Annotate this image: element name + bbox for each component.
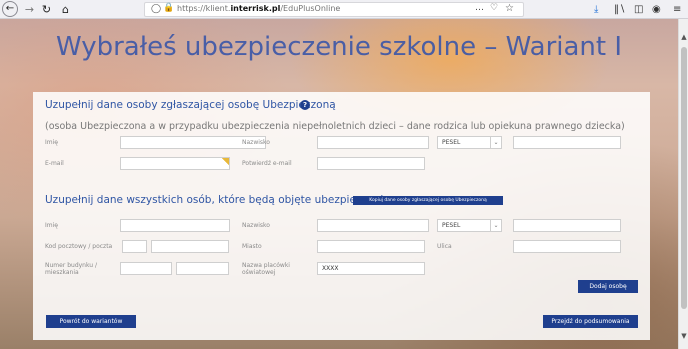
scrollbar-thumb[interactable] (681, 47, 687, 309)
street-input[interactable] (513, 240, 621, 253)
page-actions-more-icon[interactable]: … (475, 3, 485, 13)
building-number-label-line2: mieszkania (45, 269, 79, 276)
copy-reporter-data-button[interactable]: Kopiuj dane osoby zgłaszającej osobę Ube… (353, 196, 503, 205)
reporter-email-confirm-label: Potwierdź e-mail (242, 160, 292, 167)
url-bar[interactable]: ◯ 🔒 https://klient.interrisk.pl/EduPlusO… (144, 2, 524, 17)
reporter-email-confirm-input[interactable] (317, 157, 425, 170)
bookmark-star-icon[interactable]: ☆ (505, 3, 514, 14)
reporter-last-name-input[interactable] (317, 136, 429, 149)
insured-first-name-label: Imię (45, 222, 58, 229)
page-title: Wybrałeś ubezpieczenie szkolne – Wariant… (55, 32, 623, 62)
home-icon[interactable]: ⌂ (58, 2, 73, 17)
back-arrow-icon[interactable]: ← (2, 1, 18, 17)
insured-last-name-label: Nazwisko (242, 222, 270, 229)
pocket-icon[interactable]: ♡ (490, 3, 498, 13)
page-scrollbar[interactable]: ▲ ▼ (678, 19, 688, 349)
reporter-email-label: E-mail (45, 160, 64, 167)
reload-icon[interactable]: ↻ (39, 2, 54, 17)
school-name-input[interactable] (317, 262, 425, 275)
library-icon[interactable]: ‖∖ (614, 2, 625, 17)
school-name-label-line2: oświatowej (242, 269, 276, 276)
download-icon[interactable]: ⤓ (594, 2, 598, 17)
insured-id-number-input[interactable] (513, 219, 621, 232)
reporter-note: (osoba Ubezpieczona a w przypadku ubezpi… (45, 121, 625, 132)
city-label: Miasto (242, 243, 262, 250)
school-name-label-line1: Nazwa placówki (242, 262, 290, 269)
reporter-id-type-value: PESEL (442, 139, 461, 146)
reporter-first-name-label: Imię (45, 139, 58, 146)
lock-icon[interactable]: 🔒 (163, 3, 174, 13)
postal-code-label: Kod pocztowy / poczta (45, 243, 113, 250)
url-prefix: https://klient. (177, 4, 231, 13)
apartment-number-input[interactable] (176, 262, 229, 275)
scroll-up-icon[interactable]: ▲ (679, 33, 688, 41)
back-to-variants-button[interactable]: Powrót do wariantów (46, 315, 136, 328)
help-icon[interactable]: ? (300, 100, 310, 110)
forward-arrow-icon[interactable]: → (22, 2, 37, 17)
account-icon[interactable]: ◉ (652, 2, 661, 17)
reporter-last-name-label: Nazwisko (242, 139, 270, 146)
insured-id-type-select[interactable]: PESEL ⌄ (437, 219, 502, 232)
building-number-label-line1: Numer budynku / (45, 262, 97, 269)
sidebar-icon[interactable]: ◫ (634, 2, 643, 17)
street-label: Ulica (437, 243, 452, 250)
url-host: interrisk.pl (230, 4, 281, 13)
add-person-button[interactable]: Dodaj osobę (578, 280, 638, 293)
browser-toolbar: ← → ↻ ⌂ ◯ 🔒 https://klient.interrisk.pl/… (0, 0, 688, 19)
reporter-email-input[interactable] (120, 157, 230, 170)
reporter-id-number-input[interactable] (513, 136, 621, 149)
chevron-down-icon: ⌄ (490, 220, 501, 231)
building-number-input[interactable] (120, 262, 172, 275)
url-path: /EduPlusOnline (280, 4, 341, 13)
hamburger-menu-icon[interactable]: ≡ (673, 2, 681, 17)
chevron-down-icon: ⌄ (490, 137, 501, 148)
insured-first-name-input[interactable] (120, 219, 230, 232)
url-text[interactable]: https://klient.interrisk.pl/EduPlusOnlin… (177, 4, 340, 13)
insured-last-name-input[interactable] (317, 219, 429, 232)
insured-id-type-value: PESEL (442, 222, 461, 229)
post-office-input[interactable] (151, 240, 229, 253)
insured-section-title: Uzupełnij dane wszystkich osób, które bę… (45, 194, 400, 206)
reporter-id-type-select[interactable]: PESEL ⌄ (437, 136, 502, 149)
reporter-section-title: Uzupełnij dane osoby zgłaszającej osobę … (45, 99, 336, 111)
postal-code-input[interactable] (122, 240, 147, 253)
form-panel: Uzupełnij dane osoby zgłaszającej osobę … (33, 92, 650, 340)
go-to-summary-button[interactable]: Przejdź do podsumowania (543, 315, 638, 328)
tracking-shield-icon[interactable]: ◯ (151, 4, 161, 14)
scroll-down-icon[interactable]: ▼ (679, 332, 688, 340)
city-input[interactable] (317, 240, 425, 253)
